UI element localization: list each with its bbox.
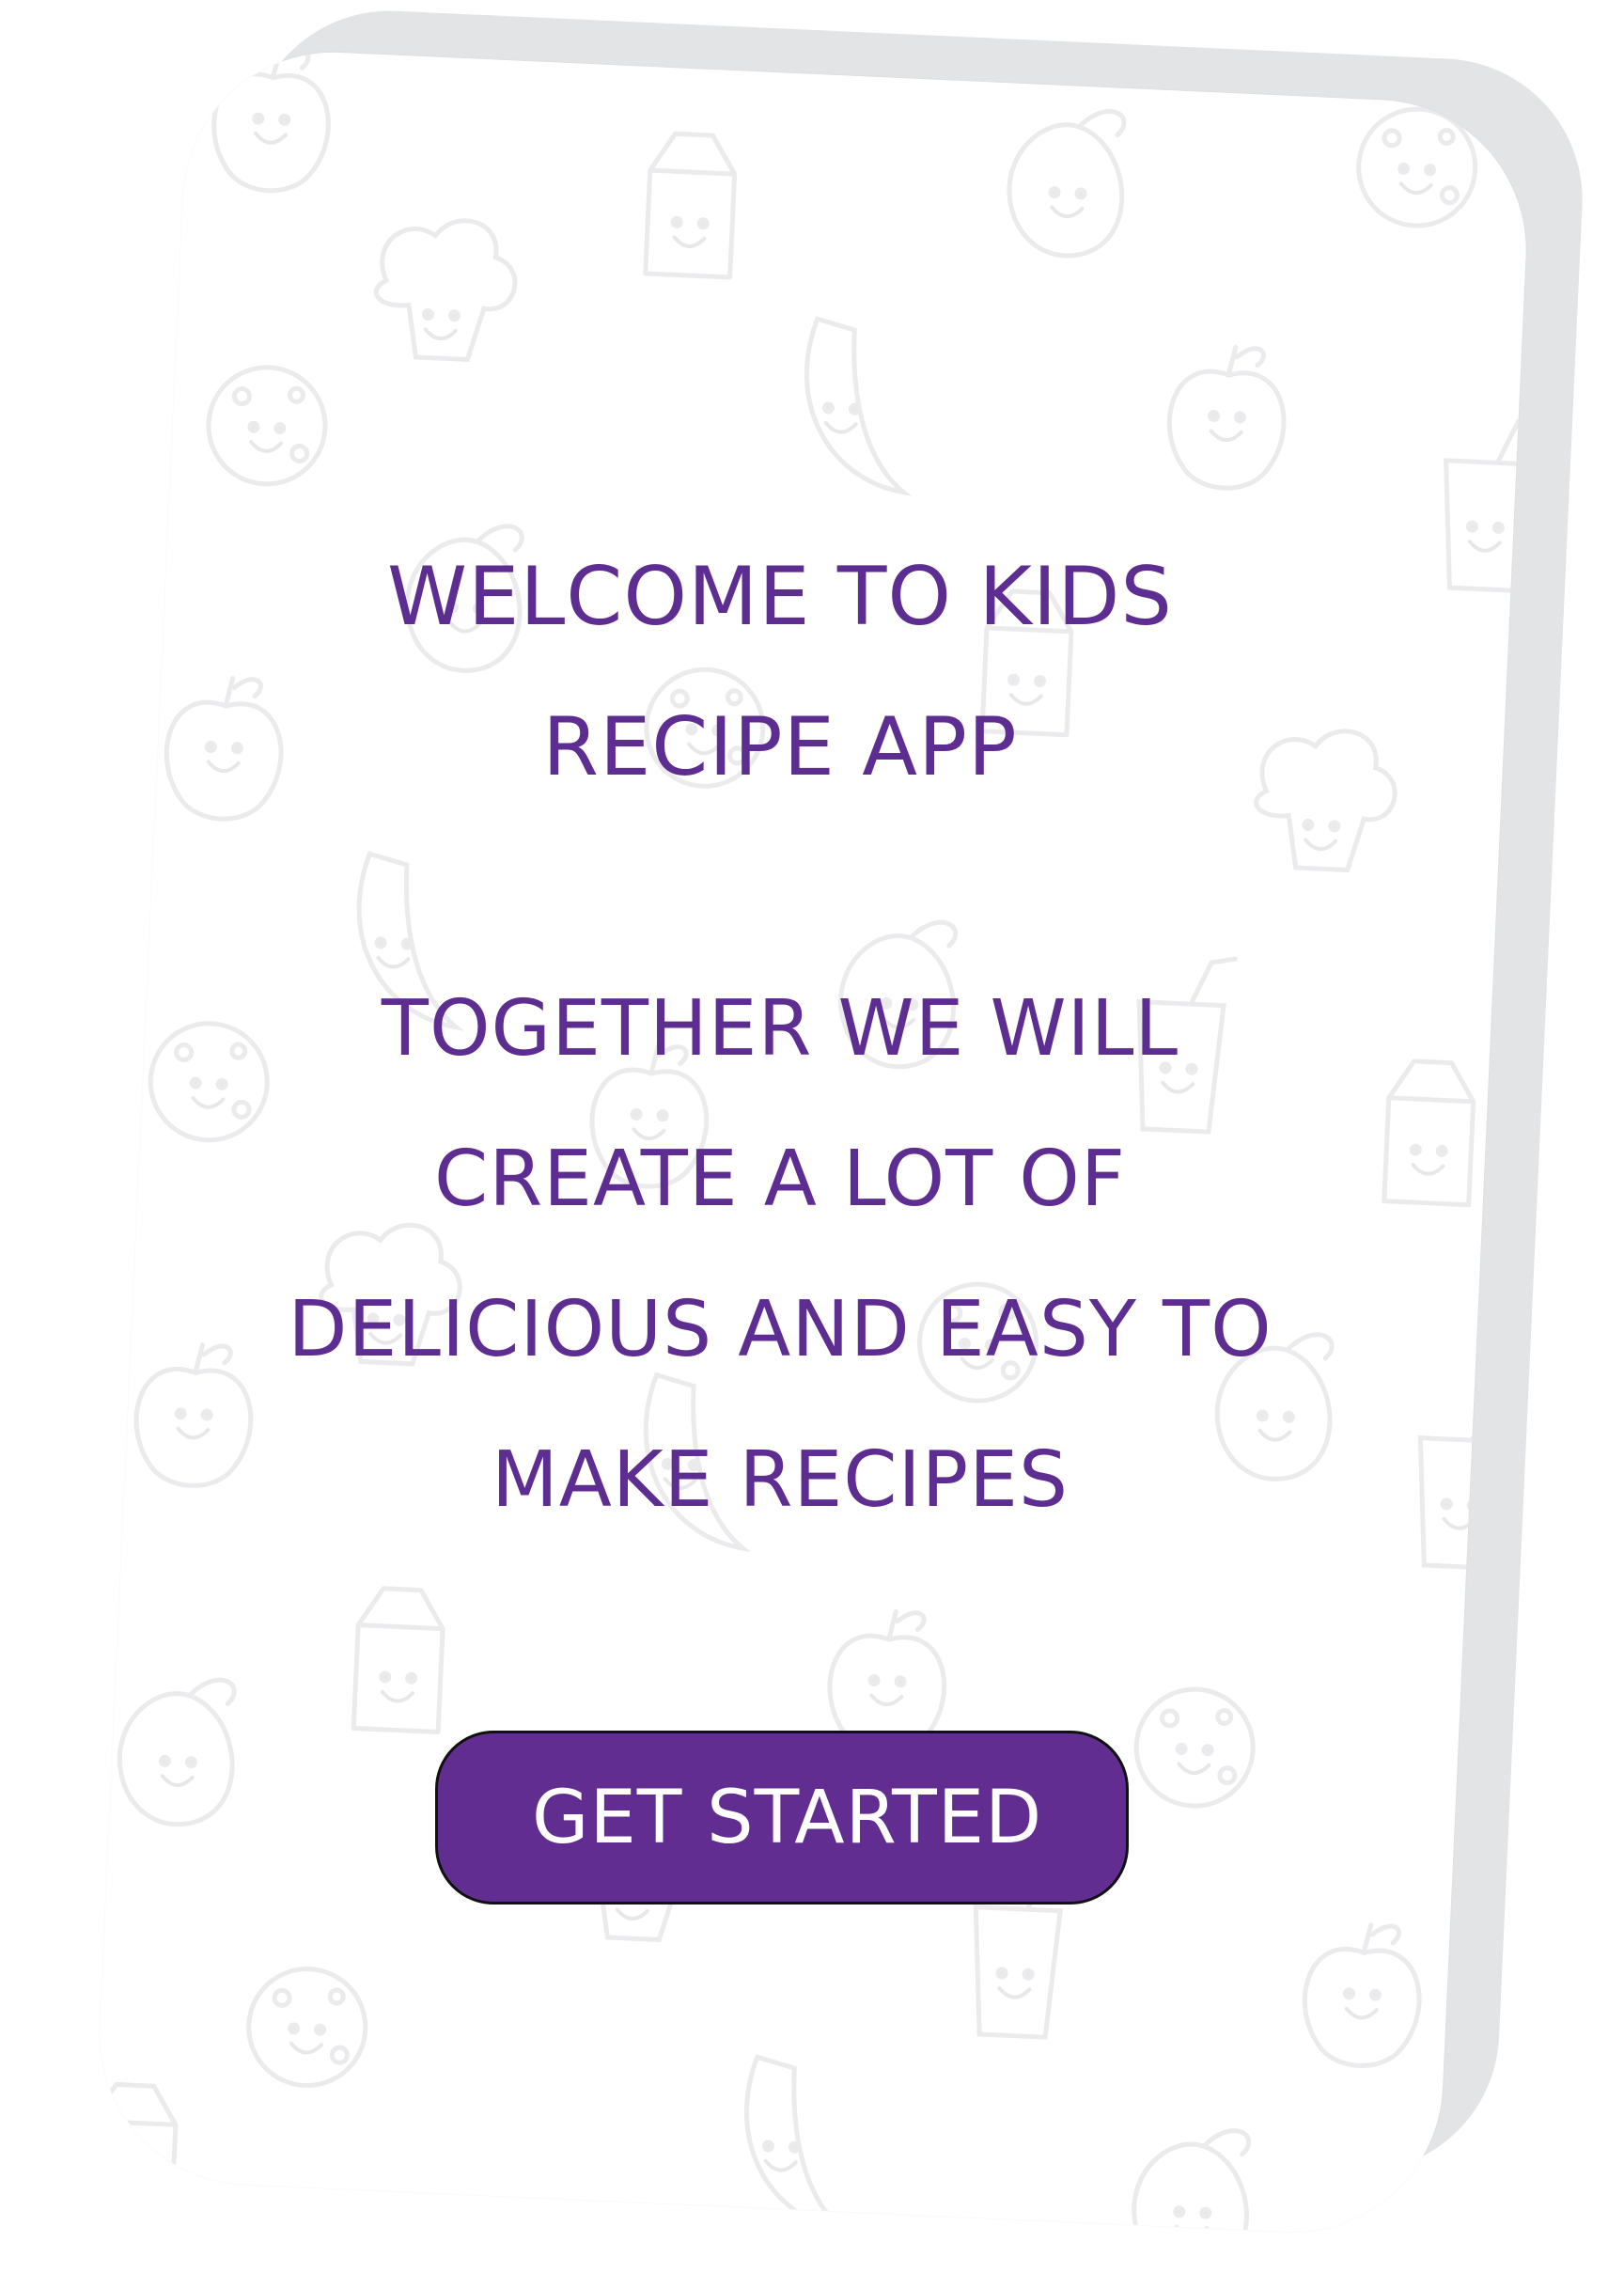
- onboarding-screen: WELCOME TO KIDS RECIPE app TOGETHER WE W…: [0, 0, 1624, 2273]
- intro-text-line-1: TOGETHER WE WILL: [381, 984, 1179, 1074]
- intro-text: TOGETHER WE WILL CREATE a LOT OF DELICIO…: [235, 954, 1325, 1556]
- get-started-label: get STARTED: [532, 1775, 1043, 1860]
- intro-text-line-2: CREATE a LOT OF: [433, 1135, 1127, 1224]
- welcome-title-line-2: RECIPE app: [542, 700, 1018, 794]
- welcome-title-line-1: WELCOME TO KIDS: [386, 550, 1174, 644]
- welcome-title: WELCOME TO KIDS RECIPE app: [282, 522, 1278, 823]
- welcome-content: WELCOME TO KIDS RECIPE app TOGETHER WE W…: [0, 0, 1624, 2273]
- get-started-button[interactable]: get STARTED: [435, 1731, 1129, 1905]
- intro-text-line-3: DELICIOUS and Easy TO: [288, 1285, 1273, 1374]
- intro-text-line-4: Make RECIPES: [491, 1435, 1070, 1525]
